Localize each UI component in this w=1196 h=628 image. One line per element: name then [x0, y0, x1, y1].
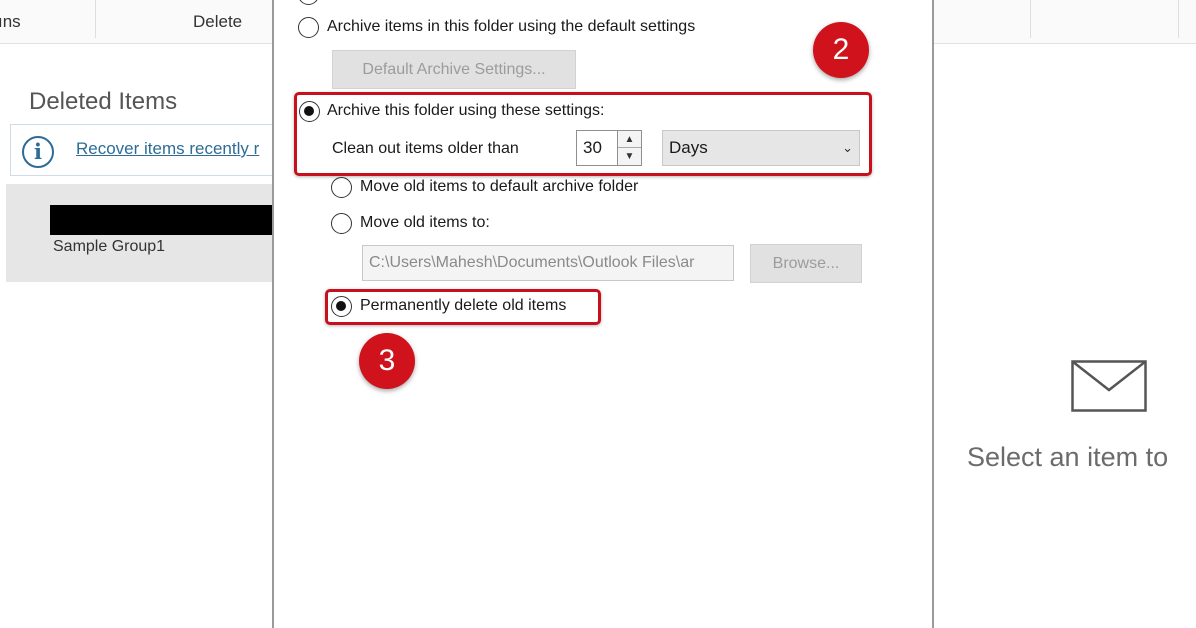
recover-items-link[interactable]: Recover items recently r — [76, 139, 259, 159]
default-settings-radio-label: Archive items in this folder using the d… — [327, 18, 696, 35]
envelope-icon — [1071, 360, 1147, 412]
move-default-radio-label: Move old items to default archive folder — [360, 178, 639, 195]
step-marker-2: 2 — [813, 22, 869, 78]
ribbon-separator — [95, 0, 96, 38]
reading-pane: Select an item to — [932, 44, 1196, 628]
move-to-radio[interactable] — [331, 213, 352, 234]
move-to-radio-label: Move old items to: — [360, 214, 490, 231]
folder-title: Deleted Items — [29, 88, 178, 115]
default-settings-radio[interactable] — [298, 17, 319, 38]
info-bar: i Recover items recently r — [10, 124, 280, 176]
default-archive-settings-button[interactable]: Default Archive Settings... — [332, 50, 576, 89]
partial-radio[interactable] — [298, 0, 319, 5]
browse-button[interactable]: Browse... — [750, 244, 862, 283]
autoarchive-dialog: Archive items in this folder using the d… — [272, 0, 934, 628]
step-marker-3: 3 — [359, 333, 415, 389]
delete-button[interactable]: Delete — [193, 12, 242, 32]
move-default-radio[interactable] — [331, 177, 352, 198]
archive-path-field[interactable]: C:\Users\Mahesh\Documents\Outlook Files\… — [362, 245, 734, 281]
list-item[interactable]: Sample Group1 — [6, 184, 276, 282]
highlight-box-3 — [325, 289, 601, 325]
empty-reading-pane-text: Select an item to — [967, 442, 1169, 472]
ribbon-partial-label[interactable]: ıns — [0, 12, 21, 32]
redacted-block — [50, 205, 276, 235]
ribbon-separator — [1178, 0, 1179, 38]
ribbon-separator — [1030, 0, 1031, 38]
info-icon: i — [22, 136, 54, 168]
item-sender: Sample Group1 — [53, 238, 166, 255]
highlight-box-2 — [294, 92, 872, 176]
